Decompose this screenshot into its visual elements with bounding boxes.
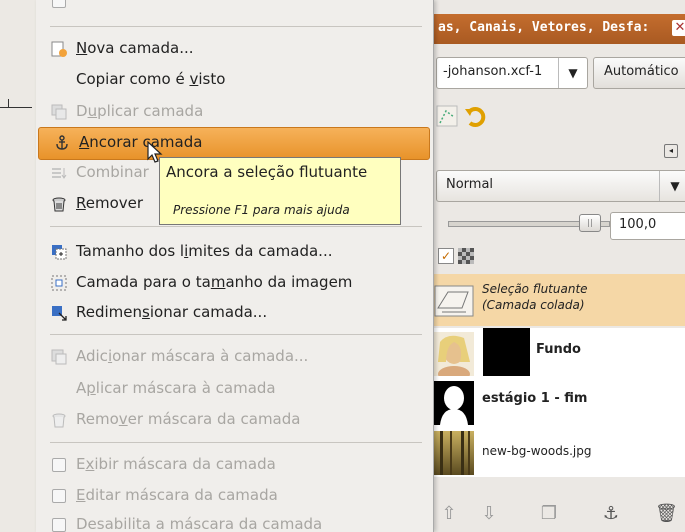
menu-item-label: Nova camada... <box>76 39 194 57</box>
layer-mask-thumbnail <box>483 328 530 376</box>
layer-name: Seleção flutuante (Camada colada) <box>482 281 588 313</box>
menu-item-duplicate-layer[interactable]: Duplicar camada <box>36 97 433 128</box>
chevron-down-icon[interactable]: ▼ <box>558 58 587 88</box>
ruler <box>0 93 32 108</box>
dock-tab-title[interactable]: as, Canais, Vetores, Desfa: ✕ <box>430 14 685 44</box>
menu-item-apply-layer-mask[interactable]: Aplicar máscara à camada <box>36 374 433 405</box>
layer-row-estagio[interactable]: estágio 1 - fim <box>430 377 685 427</box>
layers-toolbar: ⇧ ⇩ ❐ ⚓ 🗑 <box>430 495 685 532</box>
menu-item-anchor-layer[interactable]: Ancorar camada <box>38 127 430 160</box>
auto-button-label: Automático <box>604 64 679 79</box>
layer-context-menu: Nova camada... Copiar como é visto Dupli… <box>36 0 434 532</box>
layer-row-floating[interactable]: Seleção flutuante (Camada colada) <box>430 274 685 326</box>
tab-menu-icon[interactable]: ◂ <box>664 144 678 158</box>
tooltip-help: Pressione F1 para mais ajuda <box>173 203 350 217</box>
opacity-slider-handle[interactable]: || <box>579 214 601 232</box>
checkbox <box>52 518 66 532</box>
layer-row-fundo[interactable]: Fundo <box>430 328 685 382</box>
auto-button[interactable]: Automático <box>593 57 685 89</box>
layer-name: Fundo <box>536 342 581 357</box>
menu-item-label: Editar máscara da camada <box>76 486 278 504</box>
opacity-spinbutton[interactable]: 100,0 <box>610 212 685 240</box>
dock-title-text: as, Canais, Vetores, Desfa: <box>438 20 650 35</box>
layer-name: estágio 1 - fim <box>482 391 588 406</box>
layer-mode-value: Normal <box>446 177 494 192</box>
menu-item-layer-boundary-size[interactable]: Tamanho dos limites da camada... <box>36 237 433 268</box>
checkbox <box>52 489 66 503</box>
tooltip-text: Ancora a seleção flutuante <box>166 163 368 181</box>
image-select-value: -johanson.xcf-1 <box>443 64 543 79</box>
menu-item-label: Duplicar camada <box>76 102 204 120</box>
tooltip: Ancora a seleção flutuante Pressione F1 … <box>159 157 401 225</box>
menu-item-add-layer-mask[interactable]: Adicionar máscara à camada... <box>36 342 433 373</box>
menu-item-label: Aplicar máscara à camada <box>76 379 276 397</box>
lower-layer-icon[interactable]: ⇩ <box>478 503 500 525</box>
anchor-icon[interactable]: ⚓ <box>600 503 622 525</box>
chevron-down-icon[interactable]: ▼ <box>659 171 685 201</box>
layer-thumbnail <box>434 332 474 382</box>
menu-item-copy-visible[interactable]: Copiar como é visto <box>36 65 433 96</box>
checkbox <box>52 458 66 472</box>
menu-top-checkbox <box>52 0 66 8</box>
add-mask-icon <box>51 349 67 365</box>
opacity-value: 100,0 <box>619 217 657 232</box>
raise-layer-icon[interactable]: ⇧ <box>438 503 460 525</box>
scale-layer-icon <box>52 306 67 321</box>
duplicate-layer-icon <box>51 104 67 120</box>
floating-selection-icon <box>434 278 474 318</box>
alpha-lock-icon <box>458 248 474 264</box>
duplicate-layer-icon[interactable]: ❐ <box>538 503 560 525</box>
menu-item-disable-layer-mask[interactable]: Desabilita a máscara da camada <box>36 510 433 532</box>
menu-item-scale-layer[interactable]: Redimensionar camada... <box>36 298 433 329</box>
menu-item-label: Copiar como é visto <box>76 70 226 88</box>
image-select[interactable]: -johanson.xcf-1 ▼ <box>436 57 588 89</box>
menu-item-label: Remover máscara da camada <box>76 410 301 428</box>
layer-name-line2: (Camada colada) <box>482 298 585 312</box>
paths-icon[interactable] <box>434 103 460 129</box>
menu-item-label: Camada para o tamanho da imagem <box>76 273 353 291</box>
layers-dock: as, Canais, Vetores, Desfa: ✕ -johanson.… <box>430 0 685 532</box>
menu-item-show-layer-mask[interactable]: Exibir máscara da camada <box>36 450 433 481</box>
menu-separator <box>50 334 422 335</box>
close-icon[interactable]: ✕ <box>672 20 685 36</box>
layer-thumbnail <box>434 431 474 475</box>
menu-separator <box>50 26 422 27</box>
menu-item-label: Adicionar máscara à camada... <box>76 347 309 365</box>
menu-item-layer-to-image-size[interactable]: Camada para o tamanho da imagem <box>36 268 433 299</box>
layer-name: new-bg-woods.jpg <box>482 444 592 458</box>
menu-separator <box>50 226 422 227</box>
menu-item-delete-layer-mask[interactable]: Remover máscara da camada <box>36 405 433 436</box>
menu-item-label: Desabilita a máscara da camada <box>76 515 323 532</box>
layer-to-image-size-icon <box>51 275 67 291</box>
lock-checkbox[interactable]: ✓ <box>438 248 454 264</box>
anchor-icon <box>56 135 68 150</box>
trash-icon <box>52 197 66 212</box>
merge-down-icon <box>52 168 67 179</box>
layer-row-woods[interactable]: new-bg-woods.jpg <box>430 427 685 477</box>
menu-item-new-layer[interactable]: Nova camada... <box>36 34 433 65</box>
menu-item-label: Remover <box>76 194 144 212</box>
layer-boundary-icon <box>52 245 67 260</box>
trash-icon <box>52 413 66 428</box>
menu-item-label: Ancorar camada <box>79 133 203 151</box>
trash-icon[interactable]: 🗑 <box>655 503 678 525</box>
menu-item-label: Redimensionar camada... <box>76 303 268 321</box>
canvas-window-edge <box>0 0 40 532</box>
layer-thumbnail <box>434 381 474 425</box>
menu-item-edit-layer-mask[interactable]: Editar máscara da camada <box>36 481 433 512</box>
layer-name-line1: Seleção flutuante <box>482 282 588 296</box>
layer-mode-select[interactable]: Normal ▼ <box>436 170 685 202</box>
tool-icons <box>434 103 494 129</box>
menu-item-label: Exibir máscara da camada <box>76 455 276 473</box>
menu-item-label: Tamanho dos limites da camada... <box>76 242 333 260</box>
new-layer-icon <box>51 41 67 57</box>
mouse-cursor-icon <box>147 141 163 163</box>
menu-separator <box>50 442 422 443</box>
menu-item-label: Combinar <box>76 163 149 181</box>
undo-history-icon[interactable] <box>462 103 488 129</box>
